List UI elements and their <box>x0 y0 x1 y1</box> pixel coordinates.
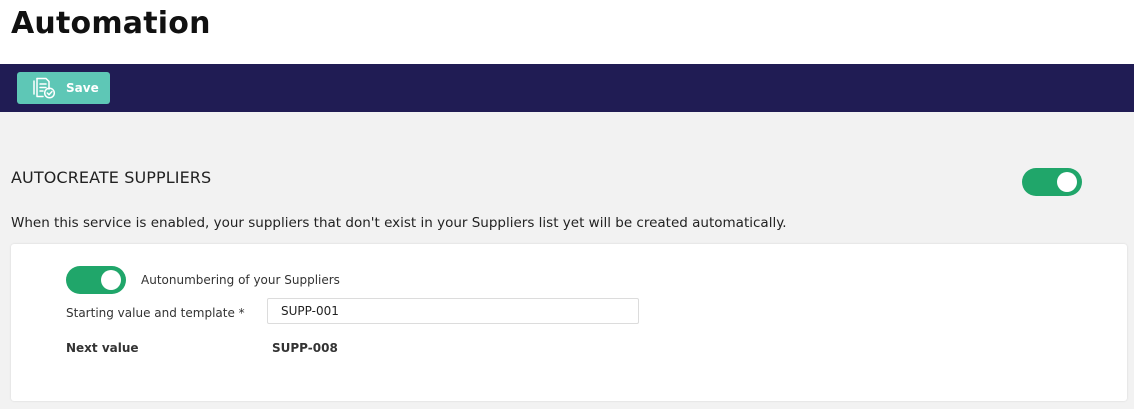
starting-value-label: Starting value and template * <box>66 306 245 320</box>
autonumbering-label: Autonumbering of your Suppliers <box>141 273 340 287</box>
page-header: Automation <box>0 0 1134 64</box>
next-value-label: Next value <box>66 341 139 355</box>
section-description: When this service is enabled, your suppl… <box>11 215 787 231</box>
autocreate-suppliers-toggle[interactable] <box>1022 168 1082 196</box>
autonumbering-toggle[interactable] <box>66 266 126 294</box>
toggle-knob <box>1057 172 1077 192</box>
autonumbering-card: Autonumbering of your Suppliers Starting… <box>11 244 1127 401</box>
settings-content: AUTOCREATE SUPPLIERS When this service i… <box>0 112 1134 409</box>
save-document-check-icon <box>32 77 56 99</box>
toolbar: Save <box>0 64 1134 112</box>
toggle-knob <box>101 270 121 290</box>
page-title: Automation <box>11 6 211 41</box>
save-button-label: Save <box>66 81 99 95</box>
save-button[interactable]: Save <box>17 72 110 104</box>
next-value: SUPP-008 <box>272 341 338 355</box>
starting-value-input[interactable] <box>267 298 639 324</box>
section-title: AUTOCREATE SUPPLIERS <box>11 168 212 187</box>
